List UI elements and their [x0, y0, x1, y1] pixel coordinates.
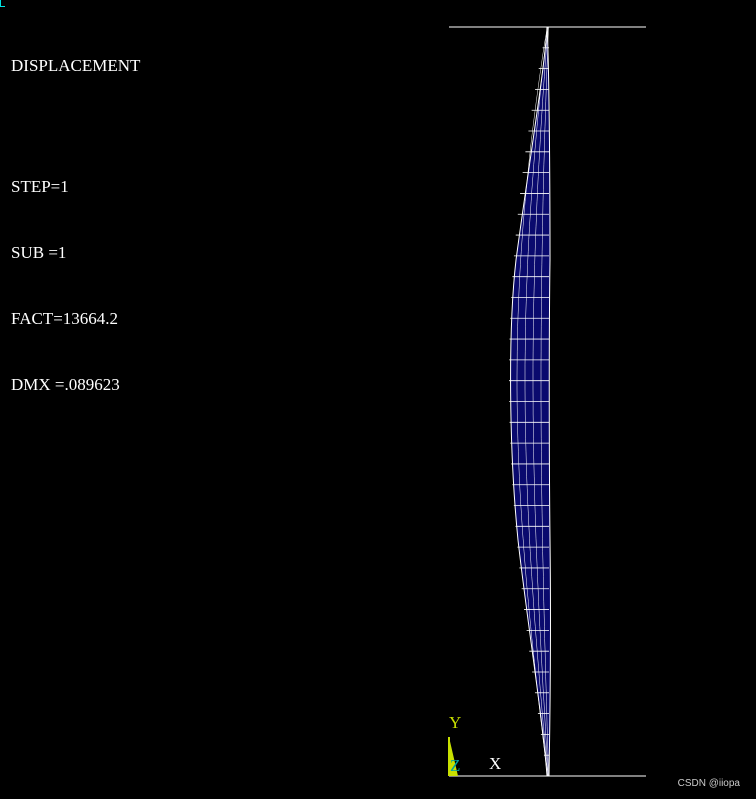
- triad-x-label: X: [489, 754, 502, 773]
- triad-y-label: Y: [449, 713, 462, 732]
- deformed-shape-plot: [448, 26, 646, 777]
- triad-z-label: Z: [450, 756, 461, 775]
- watermark: CSDN @iiopa: [677, 778, 740, 789]
- graphics-window[interactable]: DISPLACEMENT STEP=1 SUB =1 FACT=13664.2 …: [0, 0, 756, 799]
